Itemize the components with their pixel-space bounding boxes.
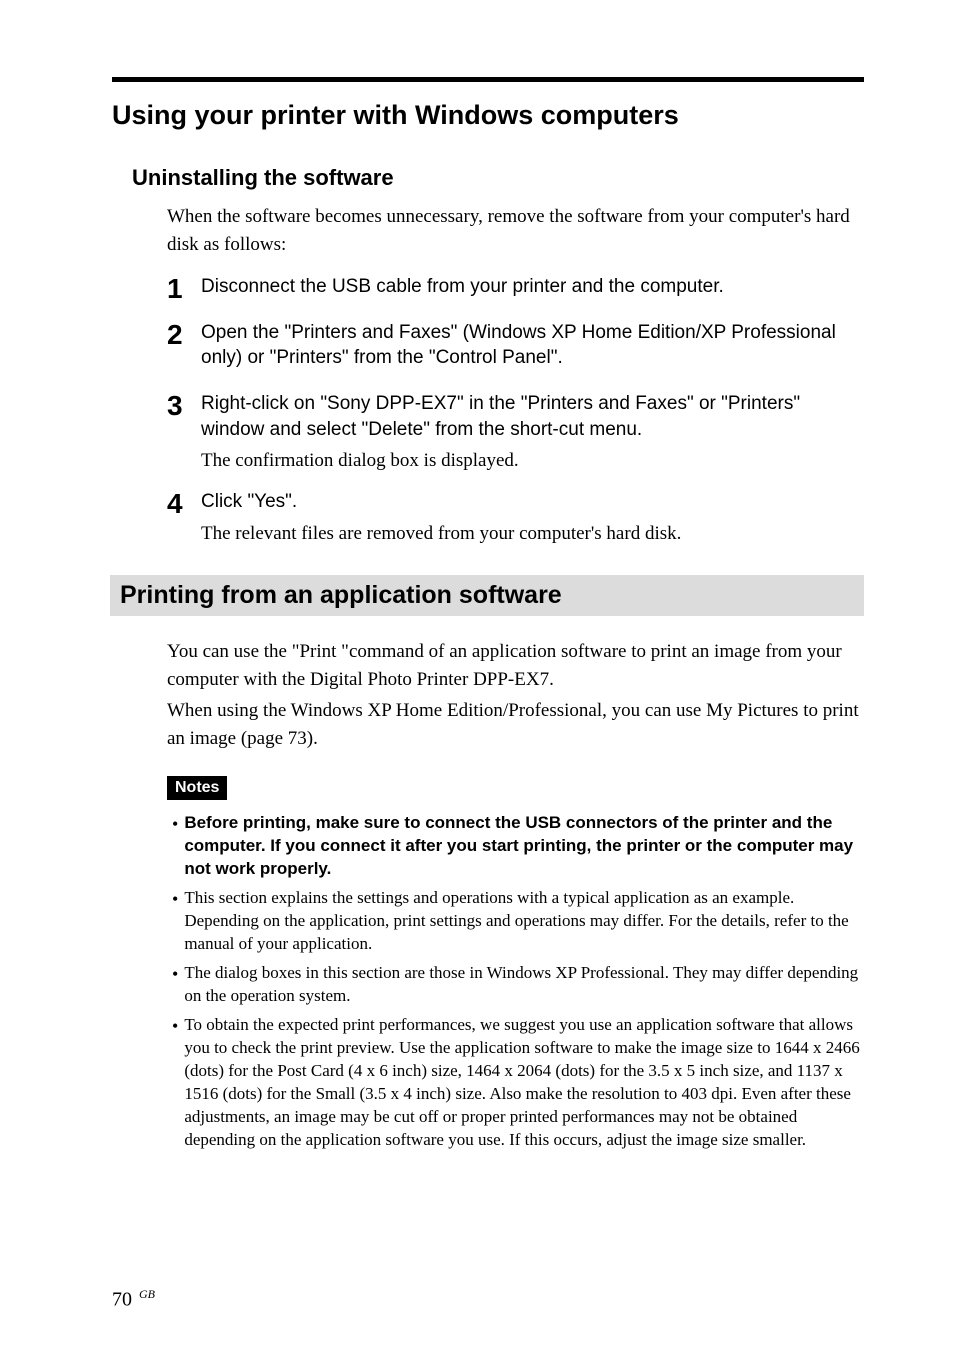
- step-description: The relevant files are removed from your…: [201, 521, 864, 548]
- note-item: • This section explains the settings and…: [172, 887, 864, 956]
- step-3: 3 Right-click on "Sony DPP-EX7" in the "…: [167, 391, 864, 475]
- page-number-suffix: GB: [139, 1287, 155, 1301]
- step-title: Disconnect the USB cable from your print…: [201, 274, 864, 300]
- page-number: 70 GB: [112, 1287, 155, 1312]
- step-number: 3: [167, 391, 187, 422]
- uninstall-heading: Uninstalling the software: [132, 165, 864, 191]
- note-item: • To obtain the expected print performan…: [172, 1014, 864, 1152]
- bullet-icon: •: [172, 962, 178, 1008]
- step-description: The confirmation dialog box is displayed…: [201, 448, 864, 475]
- note-item: • The dialog boxes in this section are t…: [172, 962, 864, 1008]
- step-2: 2 Open the "Printers and Faxes" (Windows…: [167, 320, 864, 377]
- step-title: Click "Yes".: [201, 489, 864, 515]
- note-text: Before printing, make sure to connect th…: [184, 812, 864, 881]
- printing-para-1: You can use the "Print "command of an ap…: [167, 638, 864, 693]
- note-item: • Before printing, make sure to connect …: [172, 812, 864, 881]
- page-number-value: 70: [112, 1289, 132, 1311]
- step-title: Right-click on "Sony DPP-EX7" in the "Pr…: [201, 391, 864, 442]
- printing-heading: Printing from an application software: [110, 575, 864, 616]
- step-4: 4 Click "Yes". The relevant files are re…: [167, 489, 864, 547]
- top-divider: [112, 77, 864, 82]
- step-number: 4: [167, 489, 187, 520]
- step-1: 1 Disconnect the USB cable from your pri…: [167, 274, 864, 306]
- bullet-icon: •: [172, 812, 178, 881]
- notes-list: • Before printing, make sure to connect …: [172, 812, 864, 1151]
- page-title: Using your printer with Windows computer…: [112, 100, 864, 131]
- bullet-icon: •: [172, 887, 178, 956]
- step-number: 1: [167, 274, 187, 305]
- note-text: The dialog boxes in this section are tho…: [184, 962, 864, 1008]
- notes-label: Notes: [167, 776, 227, 800]
- step-title: Open the "Printers and Faxes" (Windows X…: [201, 320, 864, 371]
- note-text: This section explains the settings and o…: [184, 887, 864, 956]
- uninstall-intro: When the software becomes unnecessary, r…: [167, 203, 864, 258]
- bullet-icon: •: [172, 1014, 178, 1152]
- step-number: 2: [167, 320, 187, 351]
- printing-para-2: When using the Windows XP Home Edition/P…: [167, 697, 864, 752]
- note-text: To obtain the expected print performance…: [184, 1014, 864, 1152]
